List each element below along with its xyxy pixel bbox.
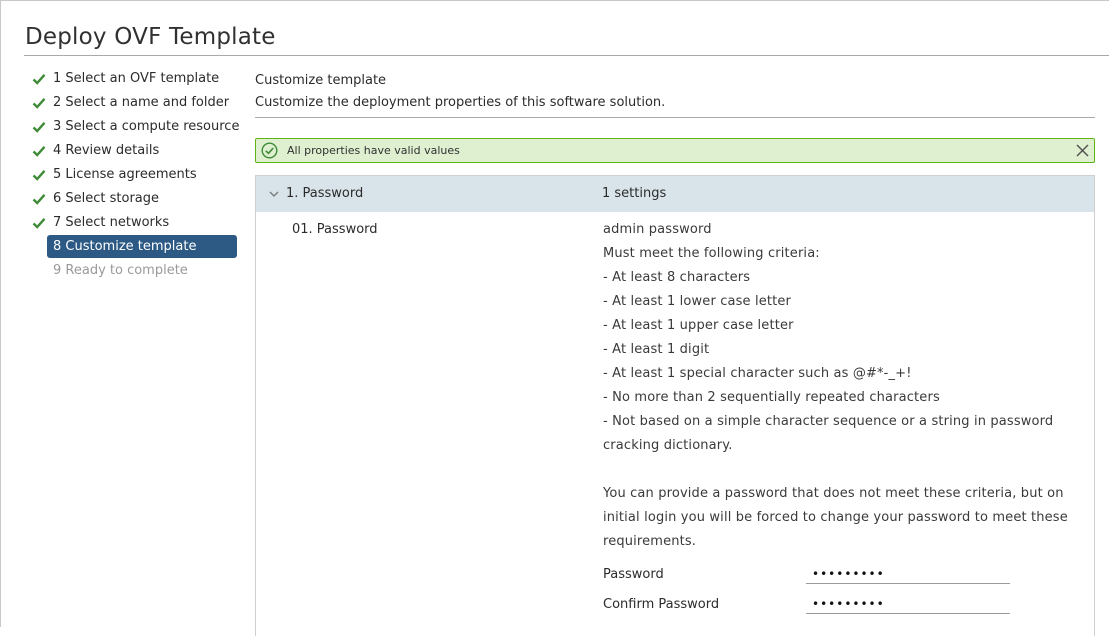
group-header[interactable]: 1. Password 1 settings	[256, 176, 1094, 212]
description-line: admin password	[603, 222, 712, 237]
description-line: - At least 1 lower case letter	[603, 294, 792, 309]
group-name: 1. Password	[286, 186, 364, 201]
step-label: 1 Select an OVF template	[53, 71, 220, 86]
validation-alert: All properties have valid values	[255, 138, 1095, 163]
alert-message: All properties have valid values	[287, 144, 460, 157]
step-6[interactable]: 6 Select storage	[28, 187, 243, 211]
check-icon	[32, 170, 46, 181]
check-icon	[32, 122, 46, 133]
step-label: 2 Select a name and folder	[53, 95, 230, 110]
password-label: Password	[603, 567, 664, 582]
property-name: 01. Password	[292, 222, 378, 237]
description-line: - At least 1 special character such as @…	[603, 366, 912, 381]
check-circle-icon	[261, 142, 278, 159]
step-9-disabled: 9 Ready to complete	[28, 259, 243, 283]
password-note: You can provide a password that does not…	[603, 486, 1068, 549]
step-4[interactable]: 4 Review details	[28, 139, 243, 163]
chevron-down-icon[interactable]	[268, 189, 280, 199]
step-8-active[interactable]: 8 Customize template	[28, 235, 243, 259]
step-2[interactable]: 2 Select a name and folder	[28, 91, 243, 115]
check-icon	[32, 194, 46, 205]
password-input[interactable]	[806, 564, 1010, 584]
wizard-steps: 1 Select an OVF template 2 Select a name…	[28, 67, 243, 283]
wizard-title: Deploy OVF Template	[25, 24, 276, 50]
section-title: Customize template	[255, 73, 387, 88]
title-divider	[24, 55, 1109, 56]
step-label: 3 Select a compute resource	[53, 119, 240, 134]
window-top-border	[0, 0, 1109, 1]
close-icon[interactable]	[1075, 143, 1090, 158]
check-icon	[32, 218, 46, 229]
section-divider	[255, 117, 1095, 118]
step-label: 9 Ready to complete	[53, 263, 188, 278]
step-label: 4 Review details	[53, 143, 160, 158]
section-description: Customize the deployment properties of t…	[255, 95, 666, 110]
step-3[interactable]: 3 Select a compute resource	[28, 115, 243, 139]
description-line: - At least 1 upper case letter	[603, 318, 794, 333]
confirm-password-label: Confirm Password	[603, 597, 720, 612]
description-line: - At least 1 digit	[603, 342, 710, 357]
confirm-password-input[interactable]	[806, 594, 1010, 614]
step-label: 6 Select storage	[53, 191, 160, 206]
group-settings-count: 1 settings	[602, 186, 667, 201]
window-left-border	[0, 0, 1, 627]
check-icon	[32, 74, 46, 85]
step-5[interactable]: 5 License agreements	[28, 163, 243, 187]
main-content: Customize template Customize the deploym…	[255, 70, 1095, 636]
check-icon	[32, 98, 46, 109]
step-1[interactable]: 1 Select an OVF template	[28, 67, 243, 91]
properties-panel: 1. Password 1 settings 01. Password admi…	[255, 175, 1095, 636]
step-label: 8 Customize template	[47, 235, 237, 258]
description-line: - No more than 2 sequentially repeated c…	[603, 390, 940, 405]
description-line: - Not based on a simple character sequen…	[603, 414, 1054, 453]
description-line: Must meet the following criteria:	[603, 246, 820, 261]
step-7[interactable]: 7 Select networks	[28, 211, 243, 235]
step-label: 5 License agreements	[53, 167, 197, 182]
property-description: admin password Must meet the following c…	[603, 218, 1088, 554]
check-icon	[32, 146, 46, 157]
step-label: 7 Select networks	[53, 215, 170, 230]
description-line: - At least 8 characters	[603, 270, 751, 285]
